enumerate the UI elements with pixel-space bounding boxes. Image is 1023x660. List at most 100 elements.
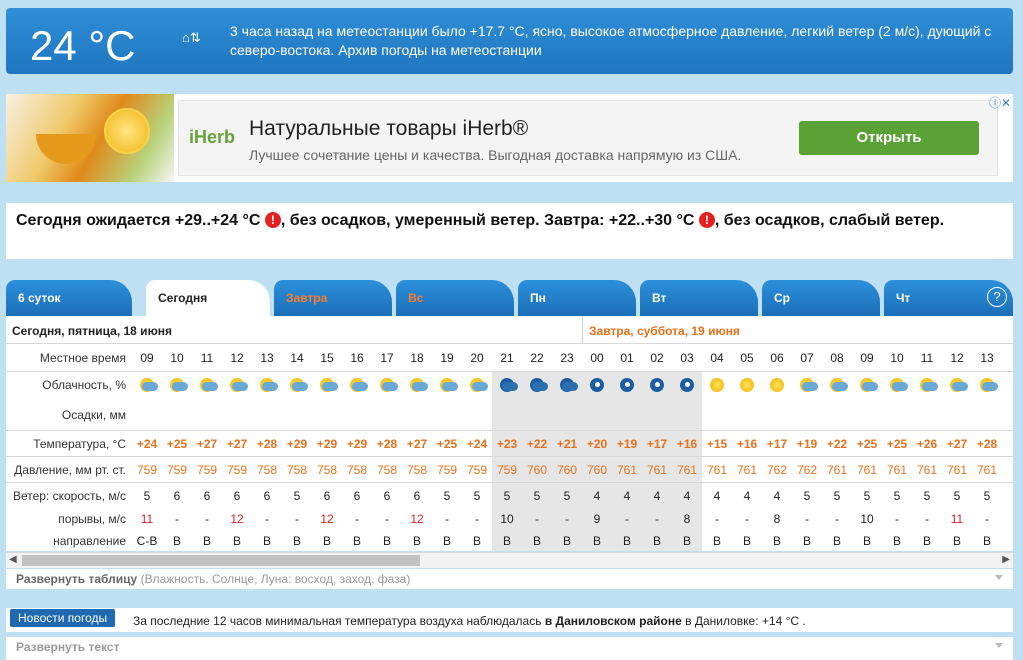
hour-cell: 04	[710, 351, 724, 365]
help-icon[interactable]: ?	[987, 287, 1007, 307]
news-link[interactable]: в Даниловском районе	[545, 614, 682, 628]
warning-icon[interactable]: !	[264, 212, 281, 228]
sun-cloud-icon	[372, 376, 402, 394]
hour-cell: 21	[500, 351, 514, 365]
expand-text-link[interactable]: Развернуть текст	[6, 637, 1013, 660]
moon-icon	[582, 376, 612, 394]
hour-cell: 22	[530, 351, 544, 365]
tab-wed[interactable]: Ср	[762, 280, 880, 316]
warning-icon[interactable]: !	[698, 212, 715, 228]
scroll-thumb[interactable]	[22, 555, 420, 566]
hour-cell: 17	[380, 351, 394, 365]
ad-image[interactable]	[6, 94, 174, 182]
gust-cell: -	[355, 512, 359, 526]
gust-cell: -	[535, 512, 539, 526]
wind-cell: 4	[773, 489, 781, 503]
direction-cell: В	[352, 534, 361, 548]
sun-icon	[762, 376, 792, 394]
gust-cell: -	[475, 512, 479, 526]
pressure-cell: 758	[376, 463, 398, 477]
ad-info-icon[interactable]: ⓘ✕	[989, 94, 1011, 111]
pressure-cell: 759	[436, 463, 458, 477]
sun-cloud-icon	[162, 376, 192, 394]
expand-table-link[interactable]: Развернуть таблицу (Влажность. Солнце, Л…	[6, 569, 1013, 589]
hour-cell: 00	[590, 351, 604, 365]
pressure-cell: 761	[826, 463, 848, 477]
temp-cell: +17	[646, 437, 668, 451]
sun-cloud-icon	[282, 376, 312, 394]
direction-cell: В	[802, 534, 811, 548]
pressure-cell: 761	[856, 463, 878, 477]
ad-title[interactable]: Натуральные товары iHerb®	[249, 117, 528, 141]
tab-thu[interactable]: Чт ?	[884, 280, 1013, 316]
pressure-cell: 758	[316, 463, 338, 477]
wind-cell: 4	[593, 489, 601, 503]
label-pressure: Давление, мм рт. ст.	[14, 463, 126, 477]
wind-cell: 5	[563, 489, 571, 503]
ad-content[interactable]: iHerb Натуральные товары iHerb® Лучшее с…	[178, 100, 998, 176]
scroll-right-icon[interactable]: ▶	[1002, 554, 1010, 565]
direction-cell: В	[262, 534, 271, 548]
hour-cell: 15	[320, 351, 334, 365]
ad-brand-logo: iHerb	[189, 127, 236, 147]
label-precip: Осадки, мм	[61, 408, 126, 422]
pressure-cell: 759	[466, 463, 488, 477]
ad-banner[interactable]: iHerb Натуральные товары iHerb® Лучшее с…	[6, 94, 1013, 182]
wind-cell: 5	[533, 489, 541, 503]
label-time: Местное время	[39, 351, 126, 365]
news-badge[interactable]: Новости погоды	[10, 609, 116, 627]
hour-cell: 09	[860, 351, 874, 365]
tab-sun[interactable]: Вс	[396, 280, 514, 316]
gust-cell: 10	[860, 512, 874, 526]
wind-cell: 4	[743, 489, 751, 503]
sun-icon	[702, 376, 732, 394]
wind-cell: 4	[653, 489, 661, 503]
hour-cell: 16	[350, 351, 364, 365]
temp-cell: +22	[526, 437, 548, 451]
gust-cell: -	[745, 512, 749, 526]
moon-icon	[642, 376, 672, 394]
sun-cloud-icon	[882, 376, 912, 394]
gust-cell: -	[175, 512, 179, 526]
wind-cell: 6	[413, 489, 421, 503]
pressure-cell: 761	[976, 463, 998, 477]
direction-cell: В	[862, 534, 871, 548]
label-direction: направление	[53, 534, 126, 548]
wind-cell: 6	[263, 489, 271, 503]
sun-cloud-icon	[132, 376, 162, 394]
tab-today[interactable]: Сегодня	[146, 280, 270, 316]
wind-cell: 6	[353, 489, 361, 503]
direction-cell: В	[712, 534, 721, 548]
hour-cell: 23	[560, 351, 574, 365]
label-temp: Температура, °C	[33, 437, 126, 451]
direction-cell: В	[982, 534, 991, 548]
tab-tue[interactable]: Вт	[640, 280, 758, 316]
ad-open-button[interactable]: Открыть	[799, 121, 979, 155]
sun-cloud-icon	[912, 376, 942, 394]
gust-cell: 8	[683, 512, 691, 526]
wind-cell: 5	[833, 489, 841, 503]
pressure-cell: 760	[526, 463, 548, 477]
direction-cell: В	[322, 534, 331, 548]
direction-cell: В	[622, 534, 631, 548]
station-icon[interactable]: ⌂⇅	[182, 30, 201, 46]
hour-cell: 20	[470, 351, 484, 365]
station-message[interactable]: 3 часа назад на метеостанции было +17.7 …	[230, 22, 1000, 60]
table-scrollbar[interactable]: ◀ ▶	[6, 552, 1013, 568]
scroll-left-icon[interactable]: ◀	[9, 554, 17, 565]
sun-icon	[732, 376, 762, 394]
temp-cell: +25	[856, 437, 878, 451]
hour-cell: 10	[890, 351, 904, 365]
hour-cell: 18	[410, 351, 424, 365]
tab-6-days[interactable]: 6 суток	[6, 280, 132, 316]
forecast-tail: , без осадков, слабый ветер.	[714, 212, 945, 229]
temp-cell: +26	[916, 437, 938, 451]
gust-cell: -	[295, 512, 299, 526]
wind-cell: 5	[803, 489, 811, 503]
day-header-tomorrow: Завтра, суббота, 19 июня	[582, 316, 1013, 344]
hourly-table: Сегодня, пятница, 18 июня Завтра, суббот…	[6, 316, 1013, 551]
tab-tomorrow[interactable]: Завтра	[274, 280, 392, 316]
news-text: За последние 12 часов минимальная темпер…	[133, 614, 806, 628]
tab-mon[interactable]: Пн	[518, 280, 636, 316]
pressure-cell: 759	[166, 463, 188, 477]
